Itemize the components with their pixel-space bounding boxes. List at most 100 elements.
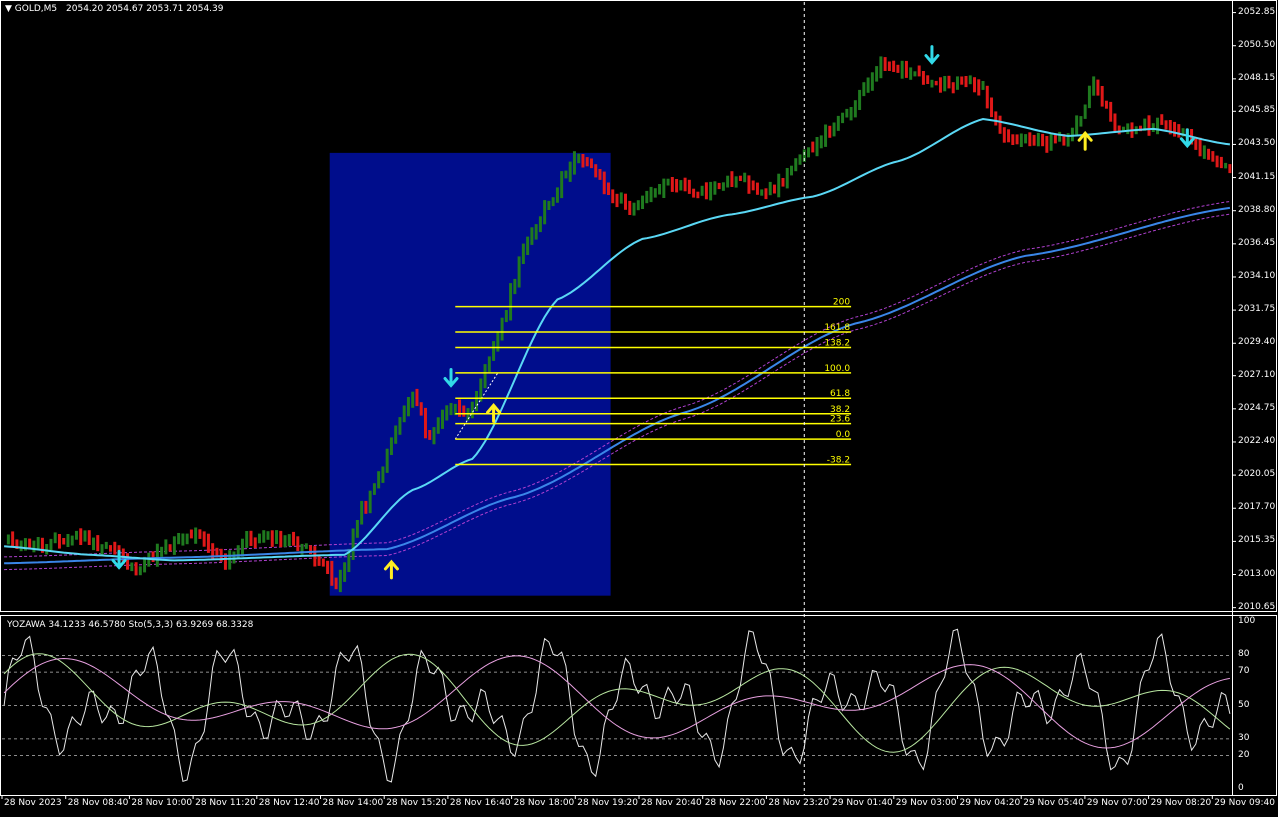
price-bar[interactable]	[74, 530, 78, 540]
price-bar[interactable]	[990, 97, 994, 118]
price-bar[interactable]	[326, 560, 330, 574]
price-bar[interactable]	[526, 236, 530, 255]
price-bar[interactable]	[589, 158, 593, 169]
price-bar[interactable]	[628, 200, 632, 215]
price-bar[interactable]	[513, 278, 517, 295]
price-bar[interactable]	[381, 466, 385, 483]
price-bar[interactable]	[853, 100, 857, 118]
price-bar[interactable]	[675, 179, 679, 193]
price-bar[interactable]	[1002, 127, 1006, 143]
price-bar[interactable]	[1207, 148, 1211, 160]
price-bar[interactable]	[815, 137, 819, 157]
price-bar[interactable]	[1079, 116, 1083, 127]
price-bar[interactable]	[819, 135, 823, 149]
price-bar[interactable]	[266, 531, 270, 540]
price-bar[interactable]	[696, 191, 700, 199]
price-bar[interactable]	[113, 541, 117, 555]
price-bar[interactable]	[1049, 134, 1053, 151]
price-bar[interactable]	[11, 531, 15, 548]
price-bar[interactable]	[777, 173, 781, 198]
price-bar[interactable]	[1007, 129, 1011, 143]
price-bar[interactable]	[1202, 145, 1206, 159]
price-bar[interactable]	[981, 81, 985, 90]
price-bar[interactable]	[998, 115, 1002, 134]
price-bar[interactable]	[572, 151, 576, 175]
price-bar[interactable]	[517, 256, 521, 288]
price-bar[interactable]	[262, 530, 266, 543]
price-bar[interactable]	[441, 409, 444, 429]
price-bar[interactable]	[368, 490, 372, 514]
price-bar[interactable]	[781, 178, 785, 187]
price-bar[interactable]	[921, 71, 925, 85]
price-bar[interactable]	[296, 536, 300, 551]
price-bar[interactable]	[883, 57, 887, 71]
price-bar[interactable]	[1096, 79, 1100, 96]
price-bar[interactable]	[926, 75, 930, 84]
price-bar[interactable]	[292, 531, 296, 546]
price-bar[interactable]	[79, 528, 83, 545]
price-bar[interactable]	[534, 224, 538, 240]
price-bar[interactable]	[1109, 101, 1113, 122]
price-bar[interactable]	[360, 500, 364, 525]
price-bar[interactable]	[713, 181, 717, 195]
price-bar[interactable]	[1032, 134, 1036, 146]
price-bar[interactable]	[1011, 134, 1015, 145]
price-bar[interactable]	[172, 536, 176, 555]
price-bar[interactable]	[398, 417, 402, 435]
price-bar[interactable]	[585, 157, 589, 167]
price-bar[interactable]	[415, 388, 419, 407]
price-bar[interactable]	[202, 531, 206, 547]
price-bar[interactable]	[249, 530, 253, 546]
price-bar[interactable]	[751, 180, 755, 191]
price-bar[interactable]	[1151, 123, 1155, 132]
price-bar[interactable]	[343, 562, 347, 582]
price-bar[interactable]	[164, 539, 168, 555]
price-bar[interactable]	[1224, 162, 1228, 169]
price-bar[interactable]	[692, 188, 696, 198]
price-bar[interactable]	[32, 540, 36, 553]
price-bar[interactable]	[177, 533, 181, 545]
price-bar[interactable]	[240, 538, 244, 557]
price-bar[interactable]	[109, 545, 113, 552]
price-bar[interactable]	[973, 77, 976, 93]
price-bar[interactable]	[875, 66, 879, 82]
price-bar[interactable]	[760, 189, 764, 196]
price-bar[interactable]	[917, 65, 921, 77]
price-bar[interactable]	[138, 566, 142, 576]
price-bar[interactable]	[1041, 133, 1045, 147]
price-bar[interactable]	[449, 403, 453, 416]
trading-chart[interactable]: 200 161.8 138.2 100.0 61.8 38.2 23.6 0.0 -38.2 ▼…	[0, 0, 1278, 813]
price-bar[interactable]	[649, 186, 653, 203]
price-bar[interactable]	[385, 448, 389, 473]
price-bar[interactable]	[330, 560, 334, 586]
price-bar[interactable]	[355, 520, 359, 538]
price-bar[interactable]	[768, 181, 772, 196]
price-bar[interactable]	[836, 115, 840, 131]
price-bar[interactable]	[509, 283, 513, 321]
price-bar[interactable]	[547, 200, 551, 210]
price-bar[interactable]	[862, 82, 866, 97]
price-bar[interactable]	[19, 540, 23, 552]
price-bar[interactable]	[53, 532, 57, 544]
price-bar[interactable]	[66, 534, 70, 547]
price-bar[interactable]	[824, 124, 828, 147]
price-bar[interactable]	[1177, 124, 1181, 138]
price-bar[interactable]	[1092, 76, 1096, 96]
price-bar[interactable]	[406, 397, 410, 417]
price-bar[interactable]	[351, 528, 355, 560]
price-bar[interactable]	[930, 79, 934, 88]
price-bar[interactable]	[194, 527, 198, 544]
price-bar[interactable]	[530, 227, 534, 245]
price-bar[interactable]	[666, 178, 670, 186]
price-bar[interactable]	[1045, 136, 1049, 153]
price-bar[interactable]	[785, 168, 789, 189]
price-bar[interactable]	[641, 195, 645, 209]
price-bar[interactable]	[653, 188, 657, 198]
price-bar[interactable]	[960, 76, 964, 85]
price-bar[interactable]	[155, 543, 159, 567]
price-bar[interactable]	[1024, 134, 1028, 144]
price-bar[interactable]	[1075, 115, 1079, 135]
price-bar[interactable]	[619, 192, 623, 204]
price-bar[interactable]	[470, 401, 474, 419]
price-bar[interactable]	[279, 530, 283, 548]
